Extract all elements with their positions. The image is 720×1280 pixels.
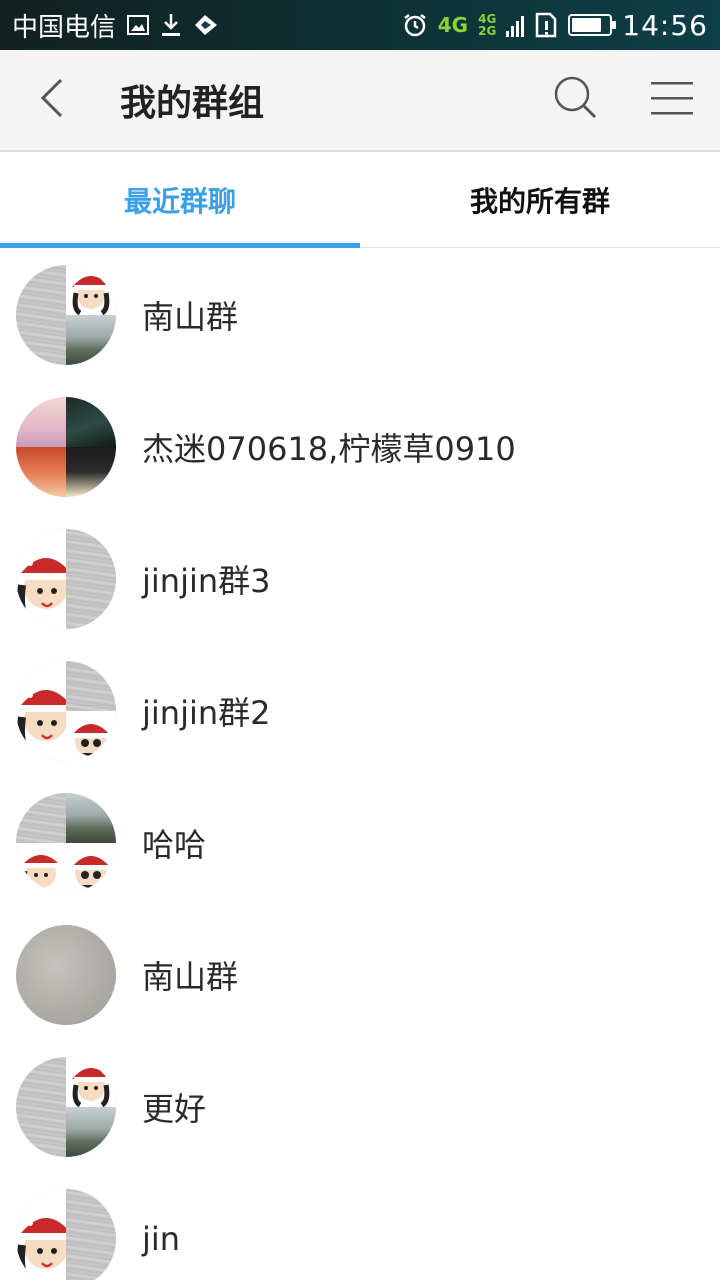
avatar-tile	[66, 1189, 116, 1280]
group-avatar	[16, 925, 116, 1025]
avatar-tile	[16, 925, 116, 1025]
sim-alert-icon	[534, 12, 558, 38]
avatar-tile	[16, 793, 66, 843]
menu-icon	[651, 80, 693, 120]
group-name: 南山群	[142, 958, 239, 996]
group-avatar	[16, 265, 116, 365]
group-avatar	[16, 793, 116, 893]
list-item[interactable]: jin	[0, 1173, 720, 1280]
group-name: jinjin群2	[142, 694, 271, 732]
group-name: 杰迷070618,柠檬草0910	[142, 430, 516, 468]
group-name: jin	[142, 1220, 181, 1258]
alarm-icon	[402, 12, 428, 38]
search-icon	[553, 75, 599, 125]
battery-icon	[568, 14, 617, 36]
group-name: 南山群	[142, 298, 239, 336]
avatar-tile	[66, 661, 116, 711]
back-button[interactable]	[0, 50, 104, 150]
list-item[interactable]: 南山群	[0, 249, 720, 381]
avatar-tile	[16, 843, 66, 893]
avatar-tile	[66, 447, 116, 497]
avatar-tile	[16, 1057, 66, 1157]
clock: 14:56	[622, 8, 708, 42]
group-avatar	[16, 397, 116, 497]
menu-button[interactable]	[624, 50, 720, 150]
gallery-icon	[126, 13, 150, 37]
status-left: 中国电信	[12, 7, 220, 44]
avatar-tile	[66, 711, 116, 761]
app-bar: 我的群组	[0, 50, 720, 152]
tab-bar: 最近群聊 我的所有群	[0, 152, 720, 248]
list-item[interactable]: 南山群	[0, 909, 720, 1041]
group-avatar	[16, 1189, 116, 1280]
avatar-tile	[66, 793, 116, 843]
avatar-tile	[66, 397, 116, 447]
avatar-tile	[66, 843, 116, 893]
group-avatar	[16, 529, 116, 629]
network-stack: 4G 2G	[478, 13, 496, 37]
list-item[interactable]: 哈哈	[0, 777, 720, 909]
avatar-tile	[16, 661, 66, 761]
list-item[interactable]: jinjin群3	[0, 513, 720, 645]
download-icon	[160, 12, 182, 38]
group-avatar	[16, 1057, 116, 1157]
list-item[interactable]: jinjin群2	[0, 645, 720, 777]
back-arrow-icon	[37, 76, 67, 124]
avatar-tile	[16, 397, 66, 447]
avatar-tile	[66, 1107, 116, 1157]
avatar-tile	[16, 265, 66, 365]
group-avatar	[16, 661, 116, 761]
network-secondary-bottom: 2G	[478, 24, 497, 38]
network-4g-label: 4G	[437, 13, 469, 37]
status-bar: 中国电信 4G 4G 2G 14:56	[0, 0, 720, 50]
avatar-tile	[66, 265, 116, 315]
battery-level	[572, 18, 602, 32]
group-list: 南山群 杰迷070618,柠檬草0910 jinjin群3 jinjin群2 哈…	[0, 249, 720, 1280]
carrier-label: 中国电信	[12, 12, 117, 43]
tab-recent-groups[interactable]: 最近群聊	[0, 152, 360, 248]
avatar-tile	[16, 529, 66, 629]
page-title: 我的群组	[120, 83, 265, 124]
search-button[interactable]	[528, 50, 624, 150]
group-name: jinjin群3	[142, 562, 271, 600]
list-item[interactable]: 杰迷070618,柠檬草0910	[0, 381, 720, 513]
avatar-tile	[66, 529, 116, 629]
signal-bars-icon	[506, 13, 525, 37]
avatar-tile	[16, 447, 66, 497]
list-item[interactable]: 更好	[0, 1041, 720, 1173]
avatar-tile	[66, 315, 116, 365]
status-right: 4G 4G 2G 14:56	[402, 9, 708, 42]
tab-all-groups[interactable]: 我的所有群	[360, 152, 720, 247]
group-name: 哈哈	[142, 826, 207, 864]
group-name: 更好	[142, 1090, 207, 1128]
avatar-tile	[16, 1189, 66, 1280]
signal-boost-icon	[192, 12, 220, 38]
avatar-tile	[66, 1057, 116, 1107]
app-actions	[528, 50, 720, 150]
